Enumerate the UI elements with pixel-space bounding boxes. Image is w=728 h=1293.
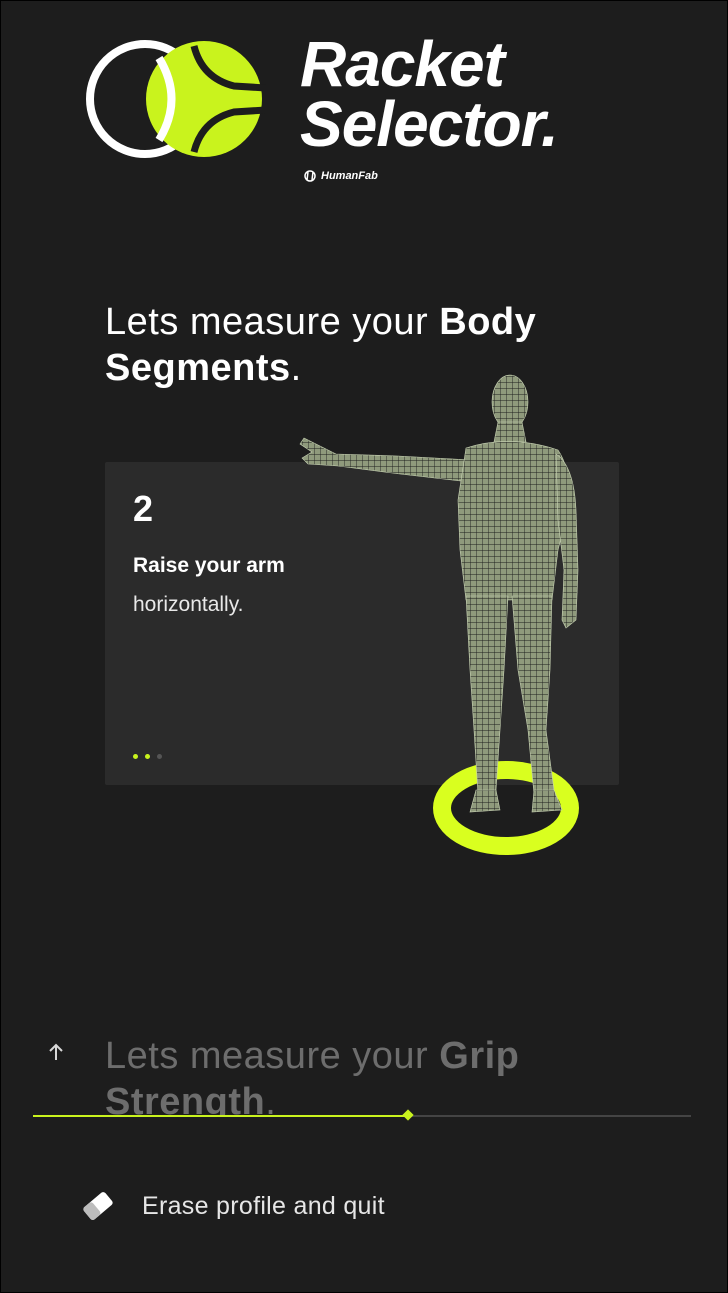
app-title-line2: Selector. xyxy=(300,88,559,160)
step-title: Raise your arm xyxy=(133,554,285,577)
arrow-up-icon[interactable] xyxy=(44,1040,68,1064)
humanfab-logo-icon xyxy=(304,170,316,182)
heading-prefix: Lets measure your xyxy=(105,1035,440,1077)
heading-suffix: . xyxy=(265,1081,277,1117)
tennis-ball-logo-icon xyxy=(86,40,266,158)
erase-label: Erase profile and quit xyxy=(142,1191,385,1220)
step-number: 2 xyxy=(133,488,154,529)
step-instruction: horizontally. xyxy=(133,593,244,616)
step-pagination xyxy=(133,754,162,759)
step-dot xyxy=(133,754,138,759)
step-dot xyxy=(157,754,162,759)
step-dot xyxy=(145,754,150,759)
app-title-line1: Racket xyxy=(300,28,505,100)
erase-profile-button[interactable]: Erase profile and quit xyxy=(78,1186,385,1226)
heading-prefix: Lets measure your xyxy=(105,301,440,343)
eraser-icon xyxy=(83,1192,113,1220)
wireframe-body-figure xyxy=(299,374,579,855)
brand-label: HumanFab xyxy=(303,170,378,182)
progress-bar xyxy=(33,1109,691,1121)
progress-fill xyxy=(33,1115,409,1117)
app-title: Racket Selector. xyxy=(300,28,559,160)
brand-name: HumanFab xyxy=(321,170,378,182)
section-heading-grip-strength[interactable]: Lets measure your Grip Strength. xyxy=(105,1033,625,1117)
